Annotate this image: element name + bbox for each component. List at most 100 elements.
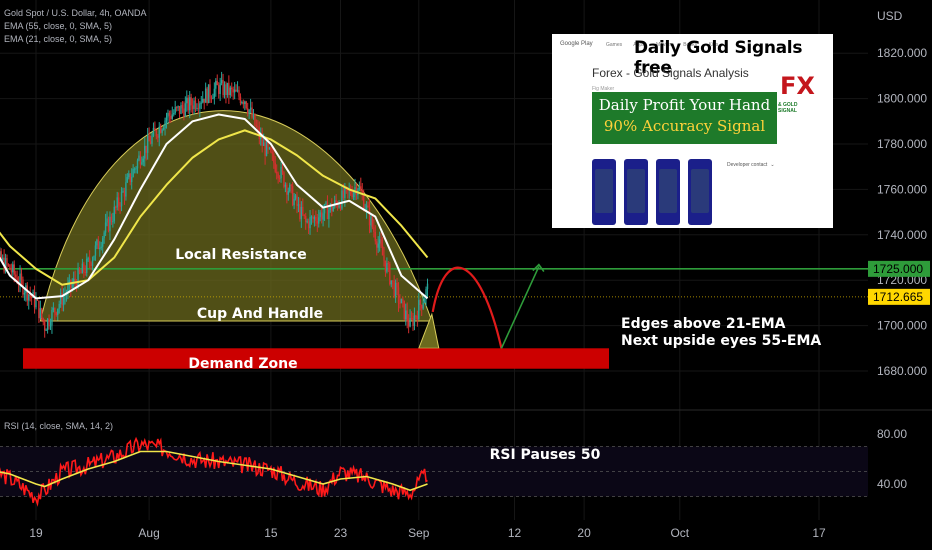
candle-body xyxy=(325,202,327,205)
candle-body xyxy=(392,280,394,282)
candle-body xyxy=(178,106,181,114)
candle-body xyxy=(144,145,146,159)
candle-body xyxy=(219,83,221,94)
candle-body xyxy=(344,187,346,198)
candle-body xyxy=(303,214,305,216)
currency-label: USD xyxy=(877,9,903,23)
candle-body xyxy=(262,142,265,146)
candle-body xyxy=(52,308,55,310)
candle-body xyxy=(139,155,142,165)
candle-body xyxy=(296,195,298,206)
candle-body xyxy=(233,89,236,93)
candle-body xyxy=(371,216,374,228)
candle-body xyxy=(54,308,56,313)
candle-body xyxy=(423,299,426,304)
signal-app-ad[interactable]: Google Play Games Apps Movies Books Kids… xyxy=(552,34,833,228)
screenshot-thumb[interactable] xyxy=(624,159,648,225)
candle-body xyxy=(119,205,121,207)
candle-body xyxy=(328,209,330,220)
candle-body xyxy=(405,310,407,320)
candle-body xyxy=(48,318,50,326)
candle-body xyxy=(381,245,384,256)
candle-body xyxy=(170,115,172,119)
candle-body xyxy=(407,321,410,327)
candle-body xyxy=(141,162,143,165)
time-tick-label: Oct xyxy=(670,526,689,540)
candle-body xyxy=(316,221,318,224)
candle-body xyxy=(190,97,192,106)
time-tick-label: 19 xyxy=(29,526,43,540)
candle-body xyxy=(409,317,411,327)
candle-body xyxy=(152,127,155,136)
screenshot-thumb[interactable] xyxy=(656,159,680,225)
ema21-legend: EMA (21, close, 0, SMA, 5) xyxy=(4,34,112,44)
candle-body xyxy=(367,205,369,208)
screenshot-thumb[interactable] xyxy=(592,159,616,225)
candle-body xyxy=(419,300,421,306)
candle-body xyxy=(318,217,320,224)
candle-body xyxy=(286,184,288,195)
candle-body xyxy=(191,105,194,110)
candle-body xyxy=(284,184,287,187)
candle-body xyxy=(384,260,387,272)
candle-body xyxy=(102,238,104,247)
price-tick-label: 1760.000 xyxy=(877,182,927,196)
candle-body xyxy=(133,168,136,170)
candle-body xyxy=(368,207,371,226)
candle-body xyxy=(132,169,134,178)
candle-body xyxy=(370,216,372,226)
candle-body xyxy=(265,142,268,156)
candle-body xyxy=(189,97,191,111)
candle-body xyxy=(115,206,117,208)
candle-body xyxy=(80,272,82,274)
candle-body xyxy=(55,312,57,316)
candle-body xyxy=(252,113,255,118)
candle-body xyxy=(415,315,417,317)
candle-body xyxy=(305,215,307,223)
candle-body xyxy=(421,305,423,309)
price-tick-label: 1680.000 xyxy=(877,364,927,378)
candle-body xyxy=(88,258,91,263)
candle-body xyxy=(193,100,195,110)
candle-body xyxy=(49,325,52,327)
candle-body xyxy=(142,158,144,163)
candle-body xyxy=(36,299,39,301)
screenshot-thumb[interactable] xyxy=(688,159,712,225)
candle-body xyxy=(410,317,413,319)
candle-body xyxy=(264,142,266,156)
candle-body xyxy=(120,191,123,207)
candle-body xyxy=(45,329,47,331)
developer-contact-label: Developer contact xyxy=(727,162,768,168)
candle-body xyxy=(9,264,11,270)
candle-body xyxy=(71,284,73,289)
candle-body xyxy=(59,293,62,304)
candle-body xyxy=(294,195,297,199)
candle-body xyxy=(338,205,340,208)
candle-body xyxy=(251,107,253,118)
banner-line-1: Daily Profit Your Hand xyxy=(598,96,771,114)
candle-body xyxy=(26,285,28,301)
candle-body xyxy=(84,272,86,274)
price-badge-text: 1725.000 xyxy=(873,262,923,276)
candle-body xyxy=(352,191,355,198)
developer-contact[interactable]: Developer contact ⌄ xyxy=(727,162,775,168)
candle-body xyxy=(1,257,4,261)
candle-body xyxy=(383,255,385,261)
candle-body xyxy=(158,126,160,138)
candle-body xyxy=(38,300,40,319)
ad-banner: Daily Profit Your Hand 90% Accuracy Sign… xyxy=(592,92,777,144)
candle-body xyxy=(20,273,23,280)
candle-body xyxy=(96,239,98,246)
banner-line-2: 90% Accuracy Signal xyxy=(603,117,766,135)
nav-games[interactable]: Games xyxy=(606,42,622,48)
candle-body xyxy=(313,216,316,219)
price-tick-label: 1800.000 xyxy=(877,92,927,106)
candle-body xyxy=(131,177,133,183)
candle-body xyxy=(426,283,429,290)
candle-body xyxy=(94,245,97,256)
candle-body xyxy=(207,84,210,104)
candle-body xyxy=(196,107,198,109)
candle-body xyxy=(397,287,400,303)
candle-body xyxy=(389,263,391,285)
time-tick-label: Sep xyxy=(408,526,430,540)
